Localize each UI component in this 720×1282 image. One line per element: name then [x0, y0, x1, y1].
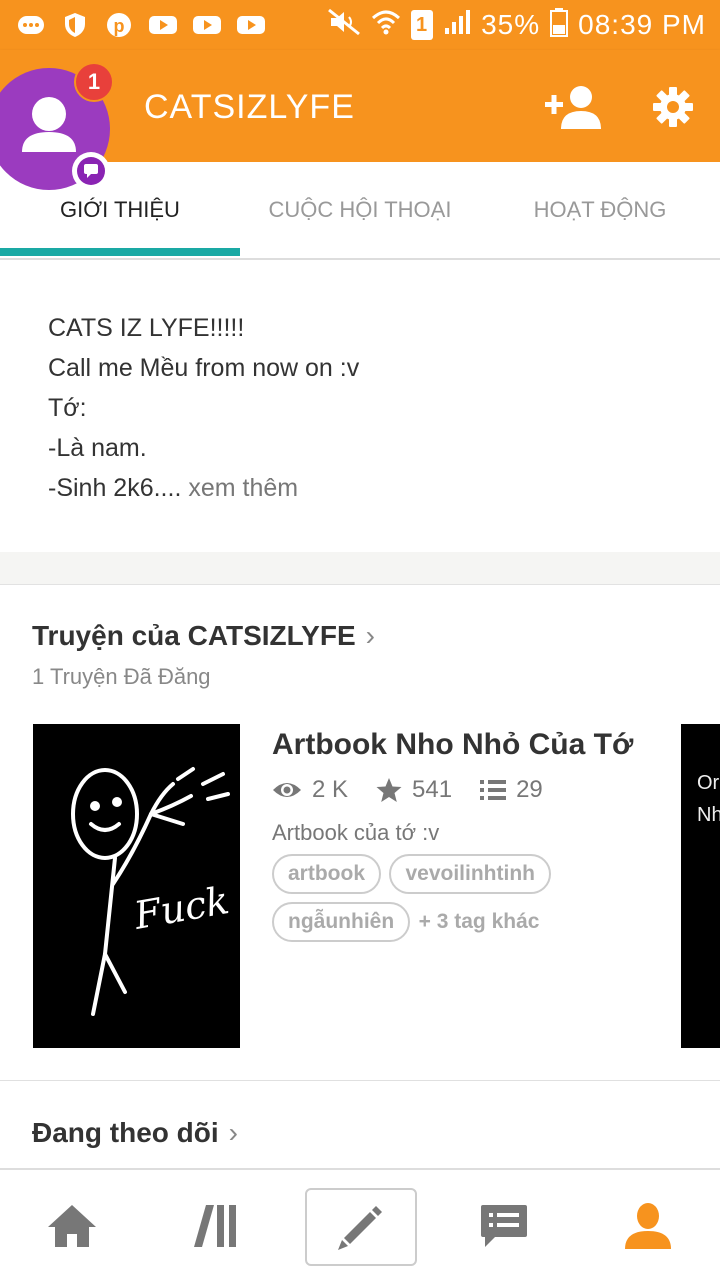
parts-stat: 29	[480, 776, 543, 804]
list-icon	[480, 780, 507, 800]
bio-line: -Là nam.	[48, 434, 147, 462]
settings-button[interactable]	[640, 74, 706, 140]
messages-icon	[481, 1205, 527, 1247]
home-icon	[48, 1205, 96, 1247]
eye-icon	[273, 783, 301, 797]
bottom-navigation	[0, 1168, 720, 1282]
pinterest-icon: p	[104, 13, 134, 37]
views-count: 2 K	[312, 776, 349, 803]
story-cover[interactable]: Fuck	[33, 724, 240, 1048]
section-divider	[0, 552, 720, 585]
profile-icon	[625, 1203, 671, 1249]
bio-line: Call me Mều from now on :v	[48, 354, 360, 382]
votes-count: 541	[412, 776, 453, 803]
active-tab-indicator	[0, 248, 240, 256]
star-icon	[376, 778, 402, 802]
chevron-right-icon: ›	[365, 620, 375, 651]
next-cover-text: Nh	[697, 804, 720, 826]
status-bar: p 1 35% 08:39 PM	[0, 0, 720, 50]
message-notification-icon	[16, 13, 46, 37]
nav-messages[interactable]	[432, 1170, 576, 1282]
page-title: CATSIZLYFE	[144, 88, 355, 126]
story-description: Artbook của tớ :v	[272, 820, 440, 845]
divider	[0, 1080, 720, 1081]
nav-home[interactable]	[0, 1170, 144, 1282]
add-user-icon	[545, 86, 601, 129]
following-section-header[interactable]: Đang theo dõi ›	[32, 1117, 238, 1149]
mute-icon	[327, 8, 361, 43]
gear-icon	[653, 87, 693, 127]
votes-stat: 541	[376, 776, 452, 804]
bio-line: CATS IZ LYFE!!!!!	[48, 314, 245, 342]
next-cover-text: Or	[697, 772, 720, 794]
tag-chip[interactable]: ngẫunhiên	[272, 902, 411, 942]
stories-section-header[interactable]: Truyện của CATSIZLYFE ›	[32, 620, 375, 652]
parts-count: 29	[516, 776, 543, 803]
story-stats: 2 K 541 29	[272, 776, 559, 804]
nav-write[interactable]	[305, 1188, 417, 1266]
library-icon	[194, 1205, 236, 1247]
more-tags-link[interactable]: + 3 tag khác	[419, 910, 540, 934]
stories-count: 1 Truyện Đã Đăng	[32, 664, 211, 689]
battery-icon	[550, 7, 569, 44]
tag-chip[interactable]: artbook	[272, 854, 382, 894]
youtube-icon	[192, 13, 222, 37]
story-title[interactable]: Artbook Nho Nhỏ Của Tớ	[272, 728, 633, 762]
story-tags: artbook vevoilinhtinh ngẫunhiên + 3 tag …	[272, 854, 672, 950]
sim-icon: 1	[411, 10, 434, 40]
pencil-icon	[338, 1206, 382, 1250]
youtube-icon	[148, 13, 178, 37]
stick-figure-drawing: Fuck	[71, 767, 232, 1016]
bio-line: Tớ:	[48, 394, 87, 422]
nav-library[interactable]	[144, 1170, 288, 1282]
nav-profile[interactable]	[576, 1170, 720, 1282]
views-stat: 2 K	[272, 776, 348, 804]
svg-text:p: p	[114, 16, 125, 36]
youtube-icon	[236, 13, 266, 37]
tab-conversations[interactable]: CUỘC HỘI THOẠI	[240, 162, 480, 258]
profile-bio: CATS IZ LYFE!!!!! Call me Mều from now o…	[48, 308, 359, 508]
tag-chip[interactable]: vevoilinhtinh	[389, 854, 551, 894]
bio-line: -Sinh 2k6.... xem thêm	[48, 468, 359, 508]
see-more-link[interactable]: xem thêm	[188, 474, 298, 502]
shield-icon	[60, 13, 90, 37]
wifi-icon	[371, 8, 401, 43]
next-story-cover[interactable]: Or Nh	[681, 724, 720, 1048]
sim-number: 1	[416, 13, 429, 36]
notification-badge: 1	[74, 62, 114, 102]
clock: 08:39 PM	[578, 9, 706, 40]
tab-activity[interactable]: HOẠT ĐỘNG	[480, 162, 720, 258]
bio-line-text: -Sinh 2k6....	[48, 474, 182, 502]
signal-icon	[443, 8, 471, 43]
battery-percent: 35%	[481, 9, 541, 40]
add-friend-button[interactable]	[540, 74, 606, 140]
cover-text: Fuck	[130, 878, 232, 938]
chat-status-icon	[72, 152, 110, 190]
chevron-right-icon: ›	[228, 1117, 238, 1148]
following-section-title: Đang theo dõi	[32, 1117, 219, 1148]
stories-section-title: Truyện của CATSIZLYFE	[32, 620, 356, 651]
